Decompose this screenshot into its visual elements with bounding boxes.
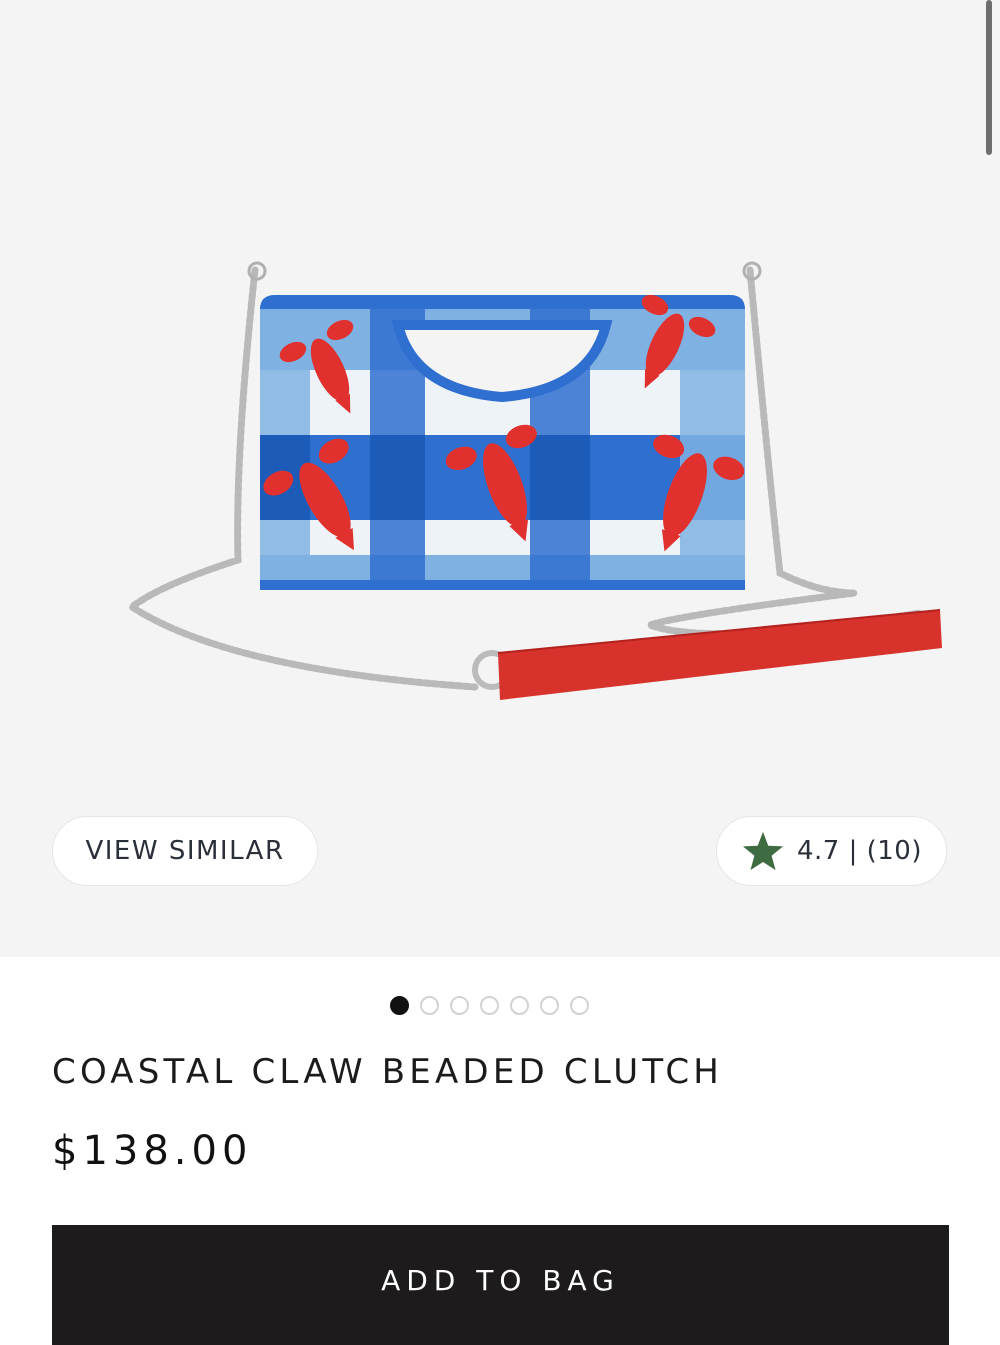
product-hero: VIEW SIMILAR 4.7 | (10) [0,0,1000,957]
carousel-dot[interactable] [450,996,469,1015]
carousel-dot[interactable] [540,996,559,1015]
view-similar-label: VIEW SIMILAR [85,836,285,866]
star-icon [742,831,784,871]
image-carousel-dots [390,996,589,1015]
carousel-dot[interactable] [390,996,409,1015]
add-to-bag-label: ADD TO BAG [381,1263,620,1297]
view-similar-button[interactable]: VIEW SIMILAR [52,816,318,886]
carousel-dot[interactable] [420,996,439,1015]
add-to-bag-button[interactable]: ADD TO BAG [52,1225,949,1345]
rating-badge[interactable]: 4.7 | (10) [716,816,947,886]
product-image[interactable] [120,255,950,715]
carousel-dot[interactable] [480,996,499,1015]
rating-text: 4.7 | (10) [796,836,922,866]
star-shape [742,831,784,871]
scrollbar[interactable] [986,0,992,155]
product-price: $138.00 [52,1128,253,1174]
carousel-dot[interactable] [510,996,529,1015]
carousel-dot[interactable] [570,996,589,1015]
product-title: COASTAL CLAW BEADED CLUTCH [52,1052,724,1092]
